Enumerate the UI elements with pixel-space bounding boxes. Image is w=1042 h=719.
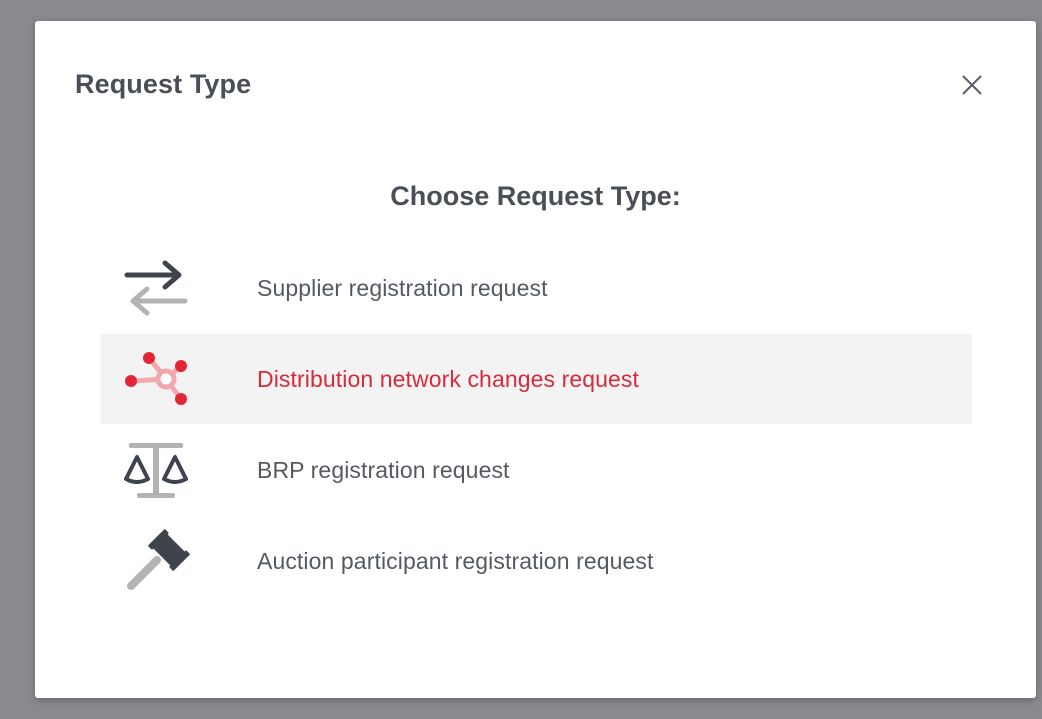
swap-arrows-icon (124, 260, 188, 316)
balance-scale-icon (124, 443, 188, 498)
option-label: Supplier registration request (257, 274, 548, 301)
option-supplier-registration[interactable]: Supplier registration request (101, 243, 972, 333)
option-auction-participant-registration[interactable]: Auction participant registration request (101, 516, 972, 606)
request-type-dialog: Request Type Choose Request Type: Suppli… (35, 21, 1036, 698)
network-nodes-icon (125, 352, 187, 405)
option-label: Distribution network changes request (257, 365, 640, 392)
request-type-list: Supplier registration request Distributi… (101, 243, 972, 607)
choose-request-type-heading: Choose Request Type: (390, 181, 681, 211)
option-label: BRP registration request (257, 456, 510, 483)
option-label: Auction participant registration request (257, 547, 654, 574)
close-icon (962, 75, 982, 95)
gavel-icon (127, 529, 190, 590)
close-button[interactable] (958, 71, 986, 99)
option-distribution-network-changes[interactable]: Distribution network changes request (101, 334, 972, 424)
dialog-title: Request Type (75, 69, 252, 99)
option-brp-registration[interactable]: BRP registration request (101, 425, 972, 515)
